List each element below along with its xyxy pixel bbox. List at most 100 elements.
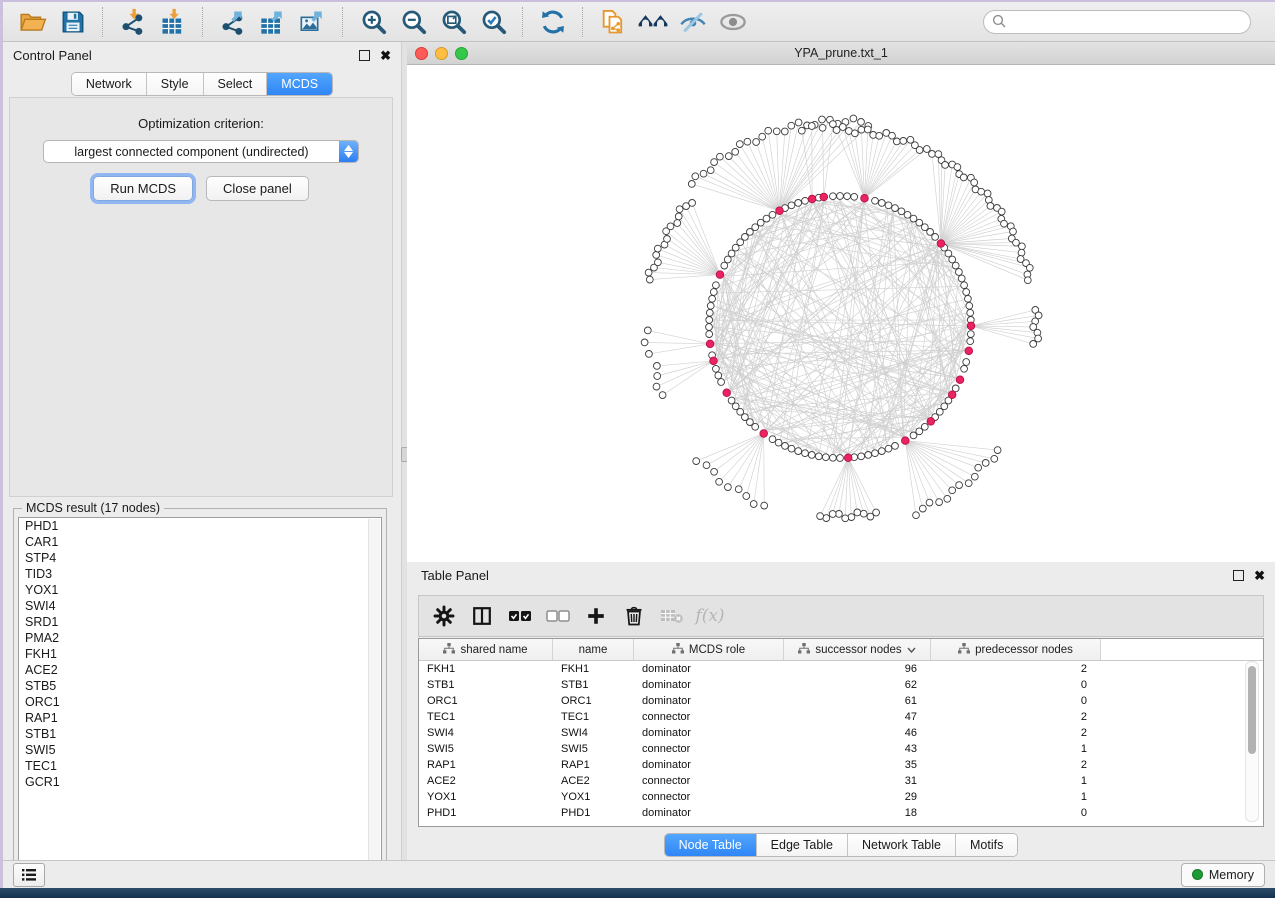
table-row[interactable]: SWI4SWI4dominator462 — [419, 725, 1263, 741]
table-row[interactable]: ORC1ORC1dominator610 — [419, 693, 1263, 709]
table-row[interactable]: FKH1FKH1dominator962 — [419, 661, 1263, 677]
run-mcds-button[interactable]: Run MCDS — [93, 176, 193, 201]
save-icon[interactable] — [56, 6, 90, 38]
mcds-result-item[interactable]: SWI5 — [19, 742, 381, 758]
zoom-out-icon[interactable] — [396, 6, 430, 38]
table-toolbar: f(x) — [418, 595, 1264, 637]
table-row[interactable]: STB1STB1dominator620 — [419, 677, 1263, 693]
table-panel: Table Panel ✖ f(x) shared namename MCDS r… — [407, 562, 1275, 860]
table-cell: YOX1 — [553, 791, 634, 803]
mcds-result-item[interactable]: CAR1 — [19, 534, 381, 550]
column-header-name[interactable]: name — [553, 639, 634, 660]
mcds-result-list[interactable]: PHD1CAR1STP4TID3YOX1SWI4SRD1PMA2FKH1ACE2… — [18, 517, 382, 875]
columns-icon[interactable] — [465, 601, 499, 631]
node-table[interactable]: shared namename MCDS role successor nodesp… — [418, 638, 1264, 827]
zoom-selected-icon[interactable] — [476, 6, 510, 38]
zoom-in-icon[interactable] — [356, 6, 390, 38]
desktop-edge-bottom — [0, 888, 1275, 898]
mcds-result-item[interactable]: STP4 — [19, 550, 381, 566]
mcds-result-item[interactable]: GCR1 — [19, 774, 381, 790]
table-row[interactable]: TEC1TEC1connector472 — [419, 709, 1263, 725]
tab-motifs[interactable]: Motifs — [955, 834, 1017, 856]
table-row[interactable]: YOX1YOX1connector291 — [419, 789, 1263, 805]
import-table-icon[interactable] — [156, 6, 190, 38]
table-scrollbar[interactable] — [1245, 661, 1259, 822]
table-row[interactable]: RAP1RAP1dominator352 — [419, 757, 1263, 773]
tab-edge-table[interactable]: Edge Table — [756, 834, 847, 856]
mcds-result-item[interactable]: SWI4 — [19, 598, 381, 614]
export-table-icon[interactable] — [256, 6, 290, 38]
network-window-title: YPA_prune.txt_1 — [407, 46, 1275, 60]
column-label: MCDS role — [689, 644, 745, 656]
float-panel-icon[interactable] — [359, 50, 370, 61]
mcds-result-item[interactable]: YOX1 — [19, 582, 381, 598]
zoom-fit-icon[interactable] — [436, 6, 470, 38]
table-panel-title: Table Panel — [421, 568, 489, 583]
mcds-result-item[interactable]: TEC1 — [19, 758, 381, 774]
first-neighbors-icon[interactable] — [636, 6, 670, 38]
table-cell: dominator — [634, 695, 784, 707]
mcds-result-item[interactable]: STB1 — [19, 726, 381, 742]
table-cell: 35 — [784, 759, 931, 771]
table-scrollbar-thumb[interactable] — [1248, 666, 1256, 754]
close-panel-button[interactable]: Close panel — [206, 176, 309, 201]
mcds-result-item[interactable]: FKH1 — [19, 646, 381, 662]
mcds-result-item[interactable]: PMA2 — [19, 630, 381, 646]
tab-node-table[interactable]: Node Table — [665, 834, 756, 856]
tab-network-table[interactable]: Network Table — [847, 834, 955, 856]
hierarchy-icon — [798, 643, 810, 657]
add-icon[interactable] — [579, 601, 613, 631]
delete-icon[interactable] — [617, 601, 651, 631]
table-row[interactable]: ACE2ACE2connector311 — [419, 773, 1263, 789]
tab-mcds[interactable]: MCDS — [266, 73, 332, 95]
graph-nodes[interactable] — [641, 115, 1042, 522]
memory-button[interactable]: Memory — [1181, 863, 1265, 887]
mcds-result-item[interactable]: PHD1 — [19, 518, 381, 534]
mcds-result-item[interactable]: RAP1 — [19, 710, 381, 726]
mcds-result-item[interactable]: TID3 — [19, 566, 381, 582]
tab-select[interactable]: Select — [203, 73, 267, 95]
task-history-button[interactable] — [13, 863, 45, 887]
column-header-predecessor-nodes[interactable]: predecessor nodes — [931, 639, 1101, 660]
optimization-dropdown-value: largest connected component (undirected) — [44, 145, 339, 159]
table-cell: ACE2 — [419, 775, 553, 787]
search-input[interactable] — [983, 10, 1251, 34]
mcds-result-item[interactable]: SRD1 — [19, 614, 381, 630]
column-header-shared-name[interactable]: shared name — [419, 639, 553, 660]
network-canvas[interactable] — [407, 65, 1275, 562]
table-cell: 0 — [931, 807, 1101, 819]
deselect-all-icon[interactable] — [541, 601, 575, 631]
table-header-row: shared namename MCDS role successor nodesp… — [419, 639, 1263, 661]
optimization-dropdown[interactable]: largest connected component (undirected) — [43, 140, 359, 163]
refresh-icon[interactable] — [536, 6, 570, 38]
tab-network[interactable]: Network — [72, 73, 146, 95]
network-graph[interactable] — [407, 65, 1275, 562]
mcds-result-item[interactable]: ORC1 — [19, 694, 381, 710]
export-image-icon[interactable] — [296, 6, 330, 38]
mcds-result-item[interactable]: ACE2 — [19, 662, 381, 678]
mcds-result-scrollbar[interactable] — [368, 519, 380, 873]
table-cell: TEC1 — [419, 711, 553, 723]
show-all-icon[interactable] — [716, 6, 750, 38]
gear-icon[interactable] — [427, 601, 461, 631]
close-panel-icon[interactable]: ✖ — [380, 49, 391, 62]
close-table-panel-icon[interactable]: ✖ — [1254, 569, 1265, 582]
open-icon[interactable] — [16, 6, 50, 38]
function-icon: f(x) — [693, 601, 727, 631]
table-cell: STB1 — [553, 679, 634, 691]
table-cell: 31 — [784, 775, 931, 787]
hide-selected-icon[interactable] — [676, 6, 710, 38]
import-network-icon[interactable] — [116, 6, 150, 38]
table-tabs: Node TableEdge TableNetwork TableMotifs — [664, 833, 1019, 857]
tab-style[interactable]: Style — [146, 73, 203, 95]
column-header-mcds-role[interactable]: MCDS role — [634, 639, 784, 660]
copy-network-icon[interactable] — [596, 6, 630, 38]
table-row[interactable]: SWI5SWI5connector431 — [419, 741, 1263, 757]
table-body: FKH1FKH1dominator962STB1STB1dominator620… — [419, 661, 1263, 821]
export-network-icon[interactable] — [216, 6, 250, 38]
table-row[interactable]: PHD1PHD1dominator180 — [419, 805, 1263, 821]
column-header-successor-nodes[interactable]: successor nodes — [784, 639, 931, 660]
select-all-icon[interactable] — [503, 601, 537, 631]
float-table-panel-icon[interactable] — [1233, 570, 1244, 581]
mcds-result-item[interactable]: STB5 — [19, 678, 381, 694]
